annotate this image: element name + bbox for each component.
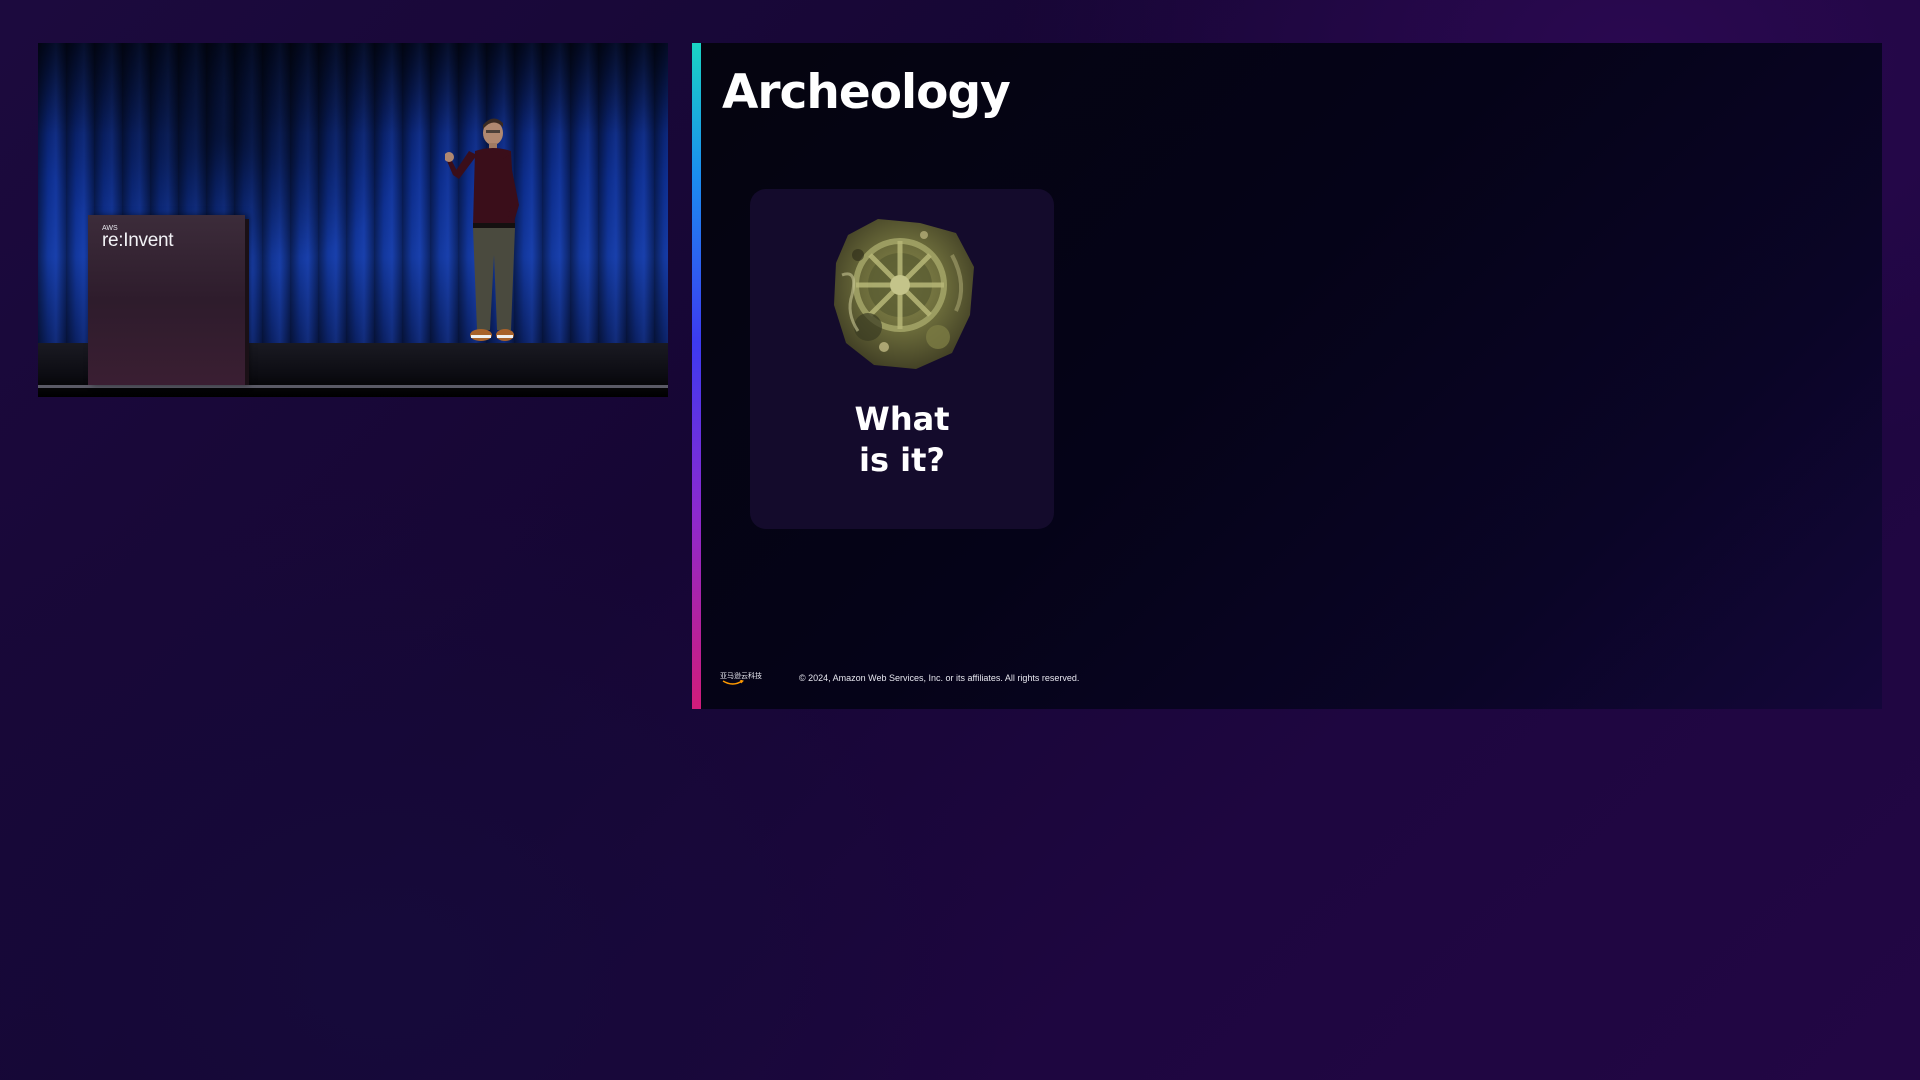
presentation-slide: Archeology What is it? 亚马逊云科技 © 2024, Am…: [692, 43, 1882, 709]
card-caption: What is it?: [750, 399, 1054, 481]
slide-accent-bar: [692, 43, 701, 709]
slide-title: Archeology: [722, 65, 1011, 120]
speaker-figure: [445, 118, 519, 341]
artifact-card: What is it?: [750, 189, 1054, 529]
speaker-video: AWS re:Invent: [38, 43, 668, 397]
podium: AWS re:Invent: [88, 215, 245, 385]
copyright-notice: © 2024, Amazon Web Services, Inc. or its…: [799, 673, 1080, 683]
card-caption-line-2: is it?: [859, 441, 945, 479]
podium-reinvent-logo: re:Invent: [102, 230, 174, 251]
aws-china-logo: 亚马逊云科技: [720, 671, 764, 689]
amazon-smile-icon: [722, 680, 744, 685]
card-caption-line-1: What: [854, 400, 950, 438]
antikythera-mechanism-image: [834, 219, 974, 369]
